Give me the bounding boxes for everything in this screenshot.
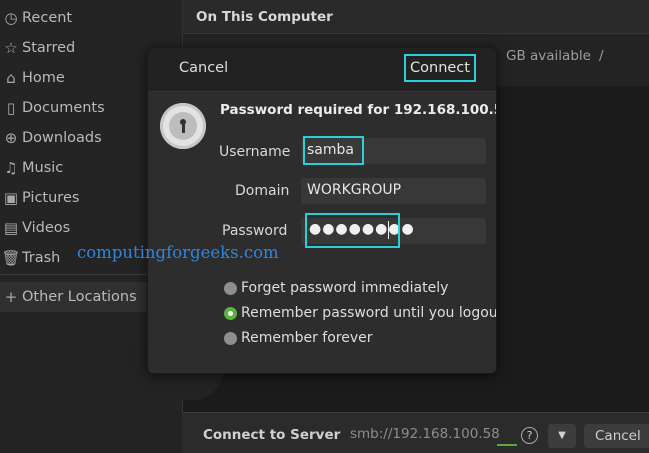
home-icon: ⌂ <box>6 69 16 87</box>
star-icon: ☆ <box>4 39 18 57</box>
dialog-header: Cancel Connect <box>148 48 496 90</box>
radio-forget-immediately[interactable]: Forget password immediately <box>224 278 448 298</box>
radio-button[interactable] <box>224 281 237 295</box>
radio-remember-until-logout[interactable]: Remember password until you logout <box>224 303 497 323</box>
help-icon[interactable]: ? <box>521 427 538 444</box>
server-address-input[interactable]: smb://192.168.100.58 <box>350 426 500 442</box>
connect-to-server-bar: Connect to Server smb://192.168.100.58 ?… <box>182 412 649 453</box>
radio-label: Forget password immediately <box>241 280 449 296</box>
picture-icon: ▣ <box>3 189 19 207</box>
connect-button[interactable]: Connect <box>404 54 476 82</box>
domain-field[interactable]: WORKGROUP <box>301 178 486 204</box>
password-label: Password <box>222 223 288 239</box>
radio-button-selected[interactable] <box>224 306 237 320</box>
sidebar-item-label: Home <box>22 70 65 86</box>
sidebar-item-label: Pictures <box>22 190 80 206</box>
sidebar-item-label: Videos <box>22 220 71 236</box>
sidebar-item-label: Starred <box>22 40 76 56</box>
sidebar-item-label: Downloads <box>22 130 102 146</box>
radio-remember-forever[interactable]: Remember forever <box>224 328 373 348</box>
input-focus-underline <box>497 444 517 446</box>
watermark-text: computingforgeeks.com <box>77 243 279 262</box>
document-icon: ▯ <box>6 99 16 117</box>
clock-icon: ◷ <box>4 9 18 27</box>
plus-icon: + <box>4 288 18 306</box>
music-icon: ♫ <box>4 159 18 177</box>
disk-available-text: GB available <box>506 48 591 64</box>
cancel-button[interactable]: Cancel <box>584 424 649 448</box>
username-label: Username <box>219 144 291 160</box>
radio-button[interactable] <box>224 331 237 345</box>
domain-label: Domain <box>235 183 290 199</box>
disk-mount-path: / <box>599 48 604 64</box>
sidebar-item-recent[interactable]: ◷ Recent <box>0 3 182 33</box>
video-icon: ▤ <box>3 219 19 237</box>
radio-label: Remember forever <box>241 330 373 346</box>
section-title: On This Computer <box>183 0 649 34</box>
radio-label: Remember password until you logout <box>241 305 497 321</box>
download-icon: ⊕ <box>4 129 18 147</box>
server-history-dropdown-button[interactable]: ▼ <box>548 424 576 448</box>
trash-icon: 🗑 <box>1 249 21 267</box>
lock-icon <box>160 103 206 149</box>
dialog-cancel-button[interactable]: Cancel <box>179 60 228 76</box>
dialog-title: Password required for 192.168.100.58 <box>220 102 497 118</box>
sidebar-item-label: Trash <box>22 250 61 266</box>
sidebar-item-label: Documents <box>22 100 105 116</box>
sidebar-item-label: Other Locations <box>22 289 137 305</box>
sidebar-item-label: Music <box>22 160 64 176</box>
password-highlight <box>305 213 400 248</box>
password-dialog: Cancel Connect Password required for 192… <box>147 47 497 374</box>
sidebar-item-label: Recent <box>22 10 73 26</box>
connect-to-server-label: Connect to Server <box>203 427 341 443</box>
username-highlight <box>303 136 364 165</box>
